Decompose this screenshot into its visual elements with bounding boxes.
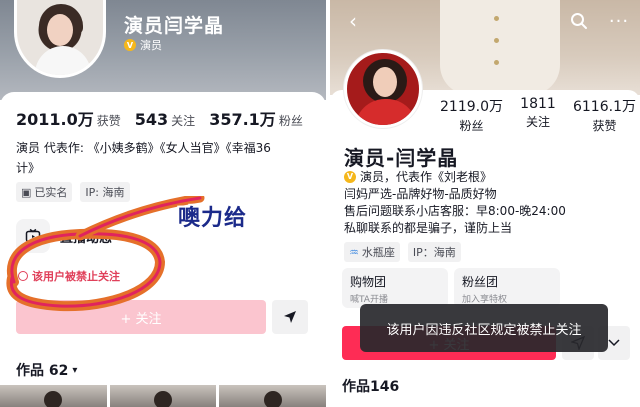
stat-likes-value: 2011.0万 [16,110,94,129]
stat-following[interactable]: 543 关注 [135,110,195,129]
live-activity-entry[interactable]: 直播动态 [16,212,186,260]
tag-label: 已实名 [34,186,68,199]
warning-icon [18,271,28,281]
stat-following[interactable]: 1811 关注 [520,96,556,134]
profile-tags: ▣ 已实名 IP: 海南 [16,182,130,202]
tag-ip: IP: 海南 [80,182,130,202]
annotation-text: 噢力给 [178,206,248,231]
send-icon [284,311,296,323]
stat-following-value: 1811 [520,96,556,112]
profile-tags: ♒ 水瓶座 IP：海南 [344,242,461,262]
stat-following-value: 543 [134,110,169,129]
tag-label: 水瓶座 [361,246,395,259]
video-thumbnail[interactable] [219,385,326,407]
tag-ip: IP：海南 [407,242,461,262]
stats-row: 2119.0万 粉丝 1811 关注 6116.1万 获赞 [440,96,636,134]
send-message-button[interactable] [272,300,308,334]
avatar[interactable] [344,50,422,128]
bio-line: 售后问题联系小店客服：早8:00-晚24:00 [344,204,566,218]
profile-name: 演员-闫学晶 [344,146,459,170]
banned-notice-text: 该用户被禁止关注 [32,270,120,283]
tag-verified-id: ▣ 已实名 [16,182,73,202]
stats-row: 2011.0万 获赞 543 关注 357.1万 粉丝 [16,106,303,130]
verified-row: V 演员，代表作《刘老根》 [344,168,492,185]
profile-bio: 演员 代表作: 《小姨多鹤》《女人当官》《幸福36 计》 [16,138,312,178]
shopping-group-title: 购物团 [350,275,387,289]
fan-group-title: 粉丝团 [462,275,499,289]
bio-line: 闫妈严选-品牌好物-品质好物 [344,187,497,201]
more-options-icon[interactable]: ··· [606,8,632,34]
follow-button-disabled[interactable]: + 关注 [16,300,266,334]
search-icon[interactable] [566,8,592,34]
chevron-down-icon [608,339,620,347]
chevron-down-icon: ▾ [72,364,78,376]
bio-line: 演员 代表作: 《小姨多鹤》《女人当官》《幸福36 [16,141,271,155]
toast-message: 该用户因违反社区规定被禁止关注 [360,304,608,352]
works-tab[interactable]: 作品 62 ▾ [16,360,77,380]
left-profile-screenshot: 演员闫学晶 V 演员 2011.0万 获赞 543 关注 357.1万 粉丝 演员 代… [0,0,326,407]
back-chevron-icon[interactable]: ‹ [340,8,366,34]
verified-row: V 演员 [124,37,162,53]
stat-likes-label: 获赞 [592,119,617,133]
shopping-group-card[interactable]: 购物团 喊TA开播 [342,268,448,308]
stat-following-label: 关注 [171,114,196,128]
stat-likes-value: 6116.1万 [572,99,636,115]
right-profile-screenshot: ‹ ··· 2119.0万 粉丝 1811 关注 6116.1万 获赞 演员-闫… [330,0,640,407]
id-card-icon: ▣ [21,185,32,199]
video-thumbnail[interactable] [109,385,217,407]
stat-followers-value: 357.1万 [209,110,276,129]
verified-label: 演员 [140,39,162,52]
bio-line: 私聊联系的都是骗子，谨防上当 [344,221,513,235]
live-activity-label: 直播动态 [60,230,113,246]
stat-following-label: 关注 [525,115,550,129]
banned-notice: 该用户被禁止关注 [18,268,120,284]
verified-badge-icon: V [124,39,136,51]
works-tab[interactable]: 作品146 [342,376,399,396]
tag-label: IP: 海南 [85,186,125,199]
video-thumbnail[interactable] [0,385,107,407]
tv-icon [16,219,50,253]
profile-card: 2011.0万 获赞 543 关注 357.1万 粉丝 演员 代表作: 《小姨多鹤》《… [0,92,326,407]
works-grid [0,385,326,407]
works-tab-label: 作品 62 [16,363,69,379]
verified-label: 演员，代表作《刘老根》 [360,170,493,184]
bio-line: 计》 [16,161,41,175]
profile-bio: 闫妈严选-品牌好物-品质好物 售后问题联系小店客服：早8:00-晚24:00 私… [344,186,634,237]
stat-followers[interactable]: 2119.0万 粉丝 [440,96,503,134]
stat-followers[interactable]: 357.1万 粉丝 [209,106,303,130]
stat-likes[interactable]: 2011.0万 获赞 [16,106,121,130]
verified-badge-icon: V [344,170,356,183]
fan-group-card[interactable]: 粉丝团 加入享特权 [454,268,560,308]
tag-label: IP：海南 [412,246,456,259]
aquarius-icon: ♒ [349,245,359,259]
stat-followers-value: 2119.0万 [440,99,503,115]
stat-likes[interactable]: 6116.1万 获赞 [573,96,636,134]
stat-followers-label: 粉丝 [459,119,484,133]
tag-zodiac: ♒ 水瓶座 [344,242,400,262]
stat-followers-label: 粉丝 [278,114,303,128]
stat-likes-label: 获赞 [96,114,121,128]
profile-name: 演员闫学晶 [124,15,225,37]
